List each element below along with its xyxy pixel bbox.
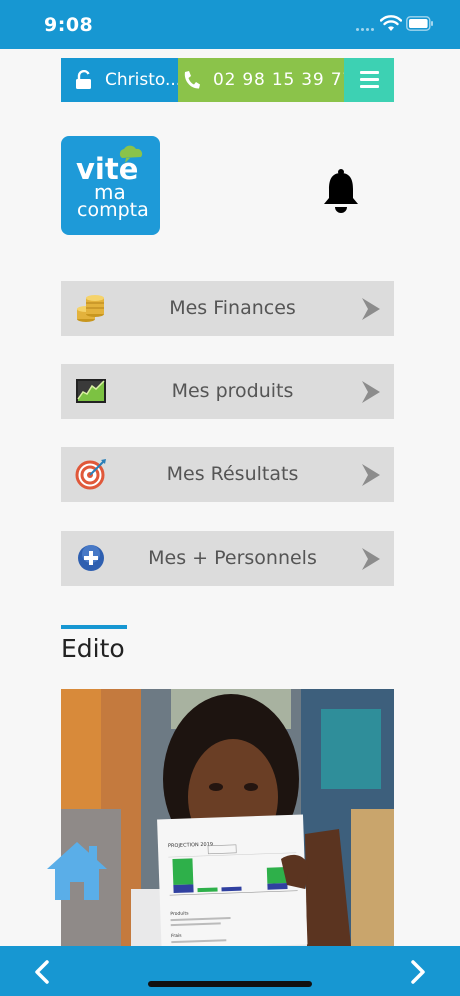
notification-bell-icon[interactable] [320,168,362,214]
home-indicator[interactable] [148,981,312,987]
section-title-edito: Edito [61,634,125,663]
signal-dots-icon [356,28,376,32]
chevron-right-icon [362,381,380,403]
home-icon[interactable] [46,840,108,902]
edito-photo[interactable]: PROJECTION 2019 Produits Frais [61,689,394,946]
photo-doc-heading-frais: Frais [171,933,182,939]
logo-text-compta: compta [77,199,149,221]
battery-icon [406,16,433,31]
hamburger-menu-button[interactable] [344,58,394,102]
vite-ma-compta-logo[interactable]: vite ma compta [61,136,160,235]
plus-circle-icon [78,545,104,571]
target-icon [75,459,106,490]
account-button[interactable]: Christo... [61,58,182,102]
edito-photo-illustration: PROJECTION 2019 Produits Frais [61,689,394,946]
chevron-right-icon [362,298,380,320]
menu-row-label: Mes + Personnels [148,547,317,569]
menu-row-produits[interactable]: Mes produits [61,364,394,419]
unlock-icon [76,70,91,89]
menu-row-label: Mes Finances [169,297,296,319]
chevron-right-icon [362,548,380,570]
section-accent-bar [61,625,127,629]
status-bar: 9:08 [0,0,460,49]
chart-icon [76,379,106,403]
bottom-navigation-bar [0,946,460,996]
phone-number: 02 98 15 39 77 [213,70,354,90]
phone-icon [184,71,200,89]
top-action-bar: Christo... 02 98 15 39 77 [61,58,394,102]
chevron-right-icon [362,464,380,486]
back-arrow-icon[interactable] [32,960,52,984]
menu-row-personnels[interactable]: Mes + Personnels [61,531,394,586]
status-time: 9:08 [44,14,94,36]
photo-doc-heading-produits: Produits [170,910,189,917]
wifi-icon [380,15,402,31]
phone-button[interactable]: 02 98 15 39 77 [178,58,353,102]
menu-row-finances[interactable]: Mes Finances [61,281,394,336]
menu-row-resultats[interactable]: Mes Résultats [61,447,394,502]
menu-row-label: Mes produits [171,380,294,402]
forward-arrow-icon[interactable] [408,960,428,984]
menu-row-label: Mes Résultats [166,463,299,485]
coins-icon [77,295,104,322]
user-name: Christo... [105,70,182,90]
